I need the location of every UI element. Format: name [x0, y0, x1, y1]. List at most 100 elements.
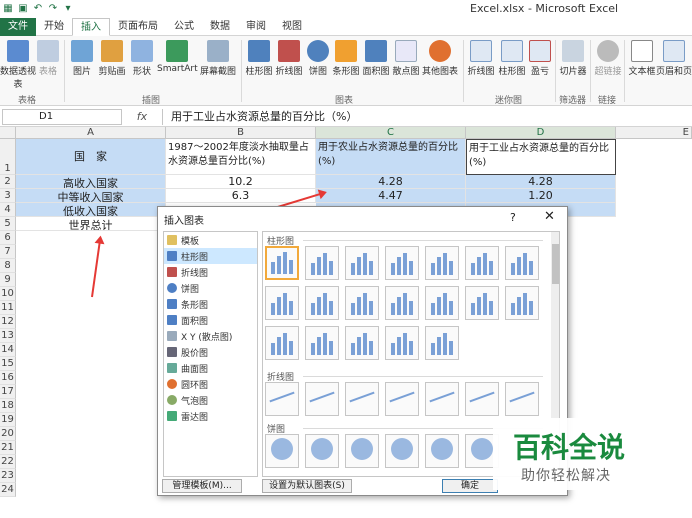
column-chart-thumbnail[interactable]	[305, 246, 339, 280]
column-chart-thumbnail[interactable]	[385, 246, 419, 280]
name-box[interactable]: D1	[2, 108, 122, 125]
row-header[interactable]: 21	[0, 441, 16, 455]
column-chart-thumbnail[interactable]	[345, 286, 379, 320]
row-header[interactable]: 7	[0, 245, 16, 259]
close-button[interactable]: ✕	[544, 209, 555, 224]
column-chart-thumbnail[interactable]	[305, 326, 339, 360]
help-button[interactable]: ?	[510, 211, 516, 224]
row-header[interactable]: 4	[0, 203, 16, 217]
cell-c2[interactable]: 4.28	[316, 175, 466, 189]
column-header-b[interactable]: B	[166, 127, 316, 139]
column-header-d[interactable]: D	[466, 127, 616, 139]
row-header[interactable]: 6	[0, 231, 16, 245]
undo-icon[interactable]: ↶	[32, 3, 44, 15]
cell-a5[interactable]: 世界总计	[16, 217, 166, 231]
tab-home[interactable]: 开始	[36, 18, 72, 36]
pie-chart-thumbnail[interactable]	[425, 434, 459, 468]
column-chart-thumbnail[interactable]	[345, 246, 379, 280]
cell-b2[interactable]: 10.2	[166, 175, 316, 189]
save-icon[interactable]: ▣	[17, 3, 29, 15]
redo-icon[interactable]: ↷	[47, 3, 59, 15]
cell-a1[interactable]: 国 家	[16, 139, 166, 175]
row-header[interactable]: 1	[0, 139, 16, 175]
cell-d3[interactable]: 1.20	[466, 189, 616, 203]
shapes-button[interactable]: 形状	[124, 38, 160, 77]
column-chart-thumbnail[interactable]	[425, 246, 459, 280]
column-chart-thumbnail[interactable]	[265, 286, 299, 320]
tab-page-layout[interactable]: 页面布局	[110, 18, 166, 36]
tab-data[interactable]: 数据	[202, 18, 238, 36]
pie-chart-thumbnail[interactable]	[385, 434, 419, 468]
table-button[interactable]: 表格	[30, 38, 66, 77]
row-header[interactable]: 14	[0, 343, 16, 357]
column-chart-thumbnail[interactable]	[385, 326, 419, 360]
smartart-button[interactable]: SmartArt	[157, 38, 198, 74]
column-header-c[interactable]: C	[316, 127, 466, 139]
column-chart-thumbnail[interactable]	[465, 286, 499, 320]
customize-qat-icon[interactable]: ▾	[62, 3, 74, 15]
category-bar[interactable]: 条形图	[164, 296, 257, 312]
column-chart-thumbnail[interactable]	[505, 286, 539, 320]
slicer-button[interactable]: 切片器	[555, 38, 591, 77]
pie-chart-thumbnail[interactable]	[345, 434, 379, 468]
line-chart-thumbnail[interactable]	[425, 382, 459, 416]
line-chart-thumbnail[interactable]	[345, 382, 379, 416]
pie-chart-thumbnail[interactable]	[305, 434, 339, 468]
formula-input[interactable]: 用于工业占水资源总量的百分比（%）	[162, 108, 692, 125]
column-chart-thumbnail[interactable]	[465, 246, 499, 280]
row-header[interactable]: 15	[0, 357, 16, 371]
text-box-button[interactable]: 文本框	[624, 38, 660, 77]
column-chart-thumbnail[interactable]	[305, 286, 339, 320]
row-header[interactable]: 8	[0, 259, 16, 273]
category-doughnut[interactable]: 圆环图	[164, 376, 257, 392]
column-chart-thumbnail[interactable]	[345, 326, 379, 360]
row-header[interactable]: 16	[0, 371, 16, 385]
cell-c3[interactable]: 4.47	[316, 189, 466, 203]
cell-d1[interactable]: 用于工业占水资源总量的百分比(%)	[466, 139, 616, 175]
hyperlink-button[interactable]: 超链接	[590, 38, 626, 77]
column-chart-thumbnail[interactable]	[265, 326, 299, 360]
tab-formulas[interactable]: 公式	[166, 18, 202, 36]
row-header[interactable]: 2	[0, 175, 16, 189]
row-header[interactable]: 19	[0, 413, 16, 427]
cell-b1[interactable]: 1987～2002年度淡水抽取量占水资源总量百分比(%)	[166, 139, 316, 175]
category-bubble[interactable]: 气泡图	[164, 392, 257, 408]
pie-chart-thumbnail[interactable]	[265, 434, 299, 468]
category-templates[interactable]: 模板	[164, 232, 257, 248]
set-default-chart-button[interactable]: 设置为默认图表(S)	[262, 479, 352, 493]
column-header-e[interactable]: E	[616, 127, 692, 139]
insert-function-icon[interactable]: fx	[122, 110, 162, 123]
row-header[interactable]: 3	[0, 189, 16, 203]
sparkline-winloss-button[interactable]: 盈亏	[522, 38, 558, 77]
tab-review[interactable]: 审阅	[238, 18, 274, 36]
row-header[interactable]: 23	[0, 469, 16, 483]
category-column[interactable]: 柱形图	[164, 248, 257, 264]
row-header[interactable]: 13	[0, 329, 16, 343]
line-chart-thumbnail[interactable]	[505, 382, 539, 416]
row-header[interactable]: 12	[0, 315, 16, 329]
row-header[interactable]: 10	[0, 287, 16, 301]
screenshot-button[interactable]: 屏幕截图	[197, 38, 239, 77]
select-all-corner[interactable]	[0, 127, 16, 139]
row-header[interactable]: 20	[0, 427, 16, 441]
line-chart-thumbnail[interactable]	[265, 382, 299, 416]
cell-c1[interactable]: 用于农业占水资源总量的百分比(%)	[316, 139, 466, 175]
cell-d2[interactable]: 4.28	[466, 175, 616, 189]
category-scatter[interactable]: X Y (散点图)	[164, 328, 257, 344]
tab-file[interactable]: 文件	[0, 18, 36, 36]
other-charts-button[interactable]: 其他图表	[420, 38, 460, 77]
row-header[interactable]: 17	[0, 385, 16, 399]
column-chart-thumbnail[interactable]	[425, 286, 459, 320]
scrollbar-thumb[interactable]	[552, 244, 559, 284]
category-stock[interactable]: 股价图	[164, 344, 257, 360]
row-header[interactable]: 22	[0, 455, 16, 469]
header-footer-button[interactable]: 页眉和页脚	[656, 38, 692, 77]
manage-templates-button[interactable]: 管理模板(M)...	[162, 479, 242, 493]
column-chart-thumbnail[interactable]	[385, 286, 419, 320]
tab-insert[interactable]: 插入	[72, 18, 110, 36]
column-header-a[interactable]: A	[16, 127, 166, 139]
cell-a3[interactable]: 中等收入国家	[16, 189, 166, 203]
category-pie[interactable]: 饼图	[164, 280, 257, 296]
row-header[interactable]: 18	[0, 399, 16, 413]
row-header[interactable]: 24	[0, 483, 16, 497]
